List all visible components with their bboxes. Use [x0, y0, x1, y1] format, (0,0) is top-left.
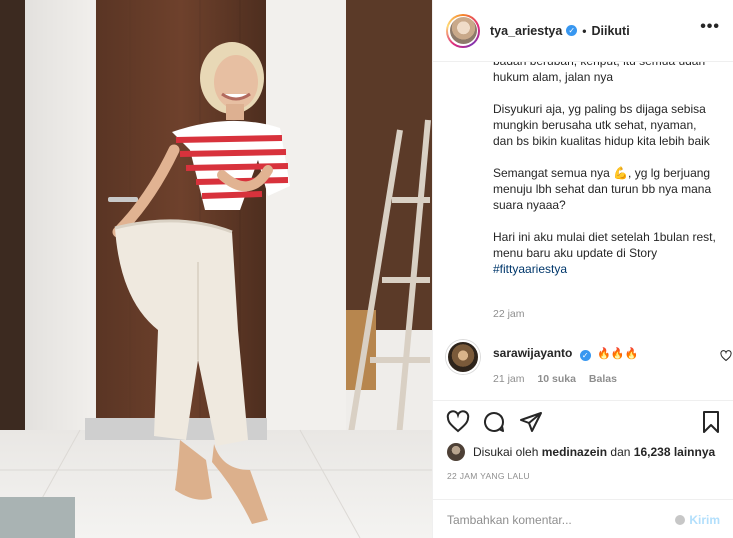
caption-paragraph: Hari ini aku mulai diet setelah 1bulan r… — [493, 230, 716, 276]
caption-paragraph: Disyukuri aja, yg paling bs dijaga sebis… — [493, 102, 710, 148]
liker-username[interactable]: medinazein — [542, 445, 607, 459]
verified-badge-icon: ✓ — [566, 25, 578, 36]
post-caption: badan beruban, keriput, itu semua udah h… — [493, 62, 718, 293]
caption-paragraph: Semangat semua nya 💪, yg lg berjuang men… — [493, 166, 712, 212]
header-separator: • — [582, 23, 587, 38]
comment-likes[interactable]: 10 suka — [537, 373, 576, 385]
post-photo[interactable] — [0, 0, 432, 538]
comments-scroll-area[interactable]: badan beruban, keriput, itu semua udah h… — [433, 62, 733, 400]
emoji-icon — [675, 514, 686, 525]
add-comment-bar: Kirim — [433, 499, 733, 538]
author-username[interactable]: tya_ariestya — [490, 24, 562, 38]
following-status[interactable]: Diikuti — [591, 24, 629, 38]
comment-like-heart-icon[interactable] — [720, 350, 732, 362]
hashtag-link[interactable]: #fittyaariestya — [493, 262, 567, 276]
post-header: tya_ariestya ✓ • Diikuti ••• — [433, 0, 733, 62]
verified-badge-icon: ✓ — [579, 350, 591, 361]
comment-time[interactable]: 21 jam — [493, 373, 525, 385]
comment-text: 🔥🔥🔥 — [597, 348, 639, 360]
likes-count[interactable]: 16,238 lainnya — [634, 445, 715, 459]
post-date[interactable]: 22 JAM YANG LALU — [447, 471, 530, 481]
post-image — [0, 0, 432, 538]
author-avatar[interactable] — [446, 13, 480, 48]
bookmark-icon[interactable] — [699, 410, 723, 434]
comment-input[interactable] — [447, 512, 676, 527]
caption-timestamp[interactable]: 22 jam — [493, 308, 525, 320]
likes-summary: Disukai oleh medinazein dan 16,238 lainn… — [447, 443, 715, 461]
liker-avatar[interactable] — [447, 443, 465, 461]
commenter-avatar[interactable] — [446, 340, 480, 374]
caption-paragraph: badan beruban, keriput, itu semua udah h… — [493, 62, 705, 84]
flexed-biceps-icon: 💪 — [613, 166, 629, 180]
post-side-panel: tya_ariestya ✓ • Diikuti ••• badan berub… — [432, 0, 733, 538]
reply-button[interactable]: Balas — [589, 373, 617, 385]
share-paper-plane-icon[interactable] — [519, 410, 543, 434]
more-options-icon[interactable]: ••• — [700, 19, 720, 35]
post-comment-button[interactable]: Kirim — [675, 513, 720, 527]
comment-bubble-icon[interactable] — [482, 410, 506, 434]
post-actions: Disukai oleh medinazein dan 16,238 lainn… — [433, 400, 733, 538]
comment-meta: 21 jam 10 suka Balas — [493, 373, 627, 385]
like-heart-icon[interactable] — [446, 410, 470, 434]
commenter-username[interactable]: sarawijayanto — [493, 346, 572, 360]
